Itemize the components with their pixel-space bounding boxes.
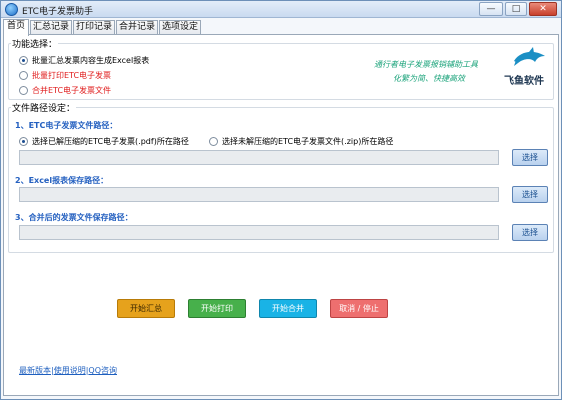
start-print-button[interactable]: 开始打印 [188, 299, 246, 318]
etc-path-input[interactable] [19, 150, 499, 165]
option-batch-print-label: 批量打印ETC电子发票 [32, 71, 112, 80]
start-merge-button[interactable]: 开始合并 [259, 299, 317, 318]
slogan-line1: 通行者电子发票报销辅助工具 [374, 60, 478, 69]
excel-path-input[interactable] [19, 187, 499, 202]
window-title: ETC电子发票助手 [22, 7, 93, 17]
latest-version-link[interactable]: 最新版本 [19, 366, 51, 375]
tab-options[interactable]: 选项设定 [159, 20, 201, 35]
home-panel: 功能选择： 批量汇总发票内容生成Excel报表 批量打印ETC电子发票 合并ET… [3, 34, 559, 396]
start-summary-button[interactable]: 开始汇总 [117, 299, 175, 318]
tab-print-records[interactable]: 打印记录 [73, 20, 115, 35]
app-icon [5, 3, 18, 16]
merge-path-input[interactable] [19, 225, 499, 240]
option-summary-excel-label: 批量汇总发票内容生成Excel报表 [32, 56, 150, 65]
footer-links: 最新版本|使用说明|QQ咨询 [19, 365, 117, 376]
close-button[interactable]: ✕ [529, 2, 557, 16]
slogan-line2: 化繁为简、快捷高效 [393, 74, 465, 83]
radio-icon[interactable] [209, 137, 218, 146]
option-merge-files[interactable]: 合并ETC电子发票文件 [19, 85, 111, 96]
etc-path-choose-button[interactable]: 选择 [512, 149, 548, 166]
excel-path-label: 2、Excel报表保存路径： [15, 176, 109, 185]
radio-checked-icon[interactable] [19, 137, 28, 146]
qq-consult-link[interactable]: QQ咨询 [88, 366, 117, 375]
option-zip-path[interactable]: 选择未解压缩的ETC电子发票文件(.zip)所在路径 [209, 136, 393, 147]
merge-path-choose-button[interactable]: 选择 [512, 224, 548, 241]
cancel-stop-button[interactable]: 取消 / 停止 [330, 299, 388, 318]
tab-merge-records[interactable]: 合并记录 [116, 20, 158, 35]
radio-icon[interactable] [19, 86, 28, 95]
option-pdf-path-label: 选择已解压缩的ETC电子发票(.pdf)所在路径 [32, 137, 189, 146]
option-zip-path-label: 选择未解压缩的ETC电子发票文件(.zip)所在路径 [222, 137, 394, 146]
app-window: ETC电子发票助手 — □ ✕ 首页 汇总记录 打印记录 合并记录 选项设定 功… [0, 0, 562, 400]
option-batch-print[interactable]: 批量打印ETC电子发票 [19, 70, 111, 81]
minimize-button[interactable]: — [479, 2, 503, 16]
maximize-button[interactable]: □ [505, 2, 527, 16]
tab-summary-records[interactable]: 汇总记录 [30, 20, 72, 35]
option-summary-excel[interactable]: 批量汇总发票内容生成Excel报表 [19, 55, 149, 66]
merge-path-label: 3、合并后的发票文件保存路径： [15, 213, 133, 222]
dolphin-icon [514, 47, 545, 66]
radio-icon[interactable] [19, 71, 28, 80]
option-merge-files-label: 合并ETC电子发票文件 [32, 86, 112, 95]
etc-path-label: 1、ETC电子发票文件路径： [15, 121, 118, 130]
radio-checked-icon[interactable] [19, 56, 28, 65]
usage-guide-link[interactable]: 使用说明 [54, 366, 86, 375]
option-pdf-path[interactable]: 选择已解压缩的ETC电子发票(.pdf)所在路径 [19, 136, 189, 147]
tab-home[interactable]: 首页 [3, 19, 29, 36]
brand-logo-text: 飞鱼软件 [504, 76, 544, 87]
path-group-title: 文件路径设定： [11, 101, 77, 114]
excel-path-choose-button[interactable]: 选择 [512, 186, 548, 203]
function-group-title: 功能选择： [11, 37, 59, 50]
title-bar: ETC电子发票助手 — □ ✕ [1, 1, 561, 18]
